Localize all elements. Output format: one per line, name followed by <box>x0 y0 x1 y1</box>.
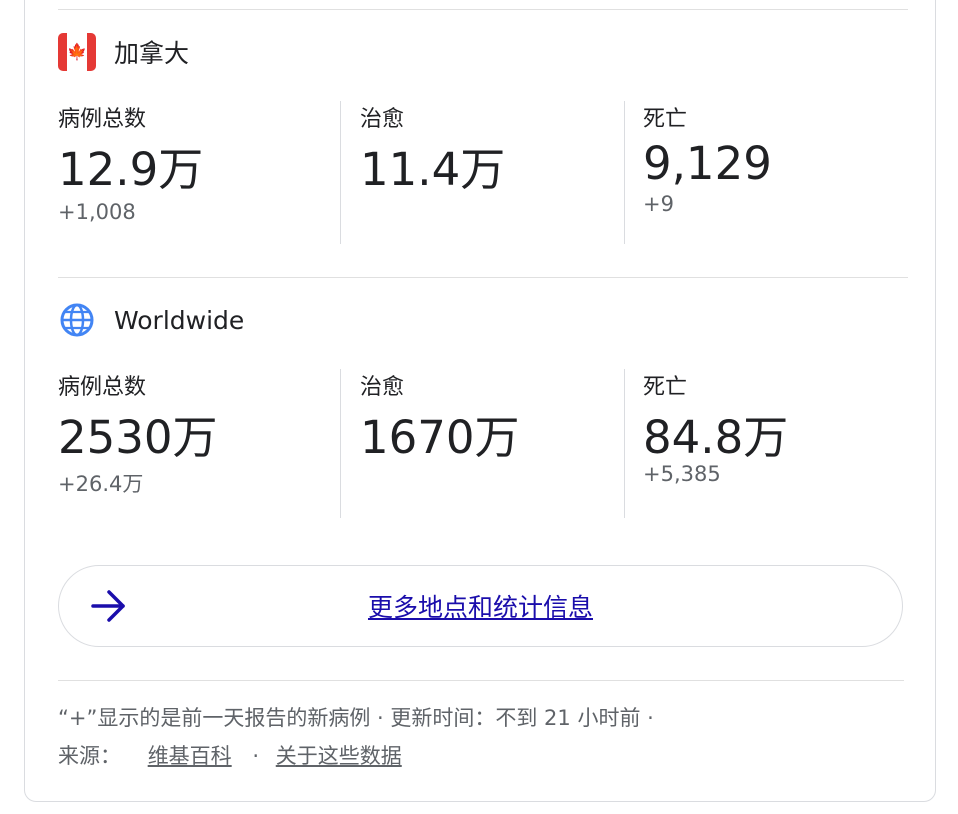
more-locations-link[interactable]: 更多地点和统计信息 <box>59 588 902 624</box>
stat-value: 1670万 <box>360 411 520 464</box>
stat-label: 治愈 <box>360 375 405 400</box>
stat-recovered: 治愈 11.4万 <box>360 104 505 198</box>
stat-delta: +9 <box>643 192 674 216</box>
divider <box>58 680 904 681</box>
divider <box>58 277 908 278</box>
canada-flag-icon: 🍁 <box>58 33 96 71</box>
footer-sources: 来源： 维基百科 · 关于这些数据 <box>58 740 402 770</box>
column-divider <box>340 369 341 518</box>
stat-total-cases: 病例总数 2530万 +26.4万 <box>58 372 218 498</box>
stat-total-cases: 病例总数 12.9万 +1,008 <box>58 104 203 224</box>
region-name: 加拿大 <box>114 39 190 68</box>
source-label: 来源： <box>58 744 121 768</box>
stat-delta: +26.4万 <box>58 472 144 496</box>
column-divider <box>340 101 341 244</box>
stat-label: 死亡 <box>643 107 688 132</box>
region-header-worldwide: Worldwide <box>58 300 244 340</box>
divider <box>58 9 908 10</box>
stat-label: 死亡 <box>643 375 688 400</box>
stat-value: 11.4万 <box>360 143 506 196</box>
more-locations-button[interactable]: 更多地点和统计信息 <box>58 565 903 647</box>
stat-value: 9,129 <box>643 137 772 190</box>
stat-delta: +1,008 <box>58 200 136 224</box>
region-header-canada: 🍁 加拿大 <box>58 32 189 72</box>
stat-deaths: 死亡 84.8万 +5,385 <box>643 372 788 486</box>
stat-label: 病例总数 <box>58 375 147 400</box>
stat-value: 2530万 <box>58 411 218 464</box>
column-divider <box>624 369 625 518</box>
separator: · <box>252 744 260 768</box>
about-data-link[interactable]: 关于这些数据 <box>276 744 402 768</box>
footer-note: “+”显示的是前一天报告的新病例 · 更新时间：不到 21 小时前 · <box>58 706 654 730</box>
wikipedia-link[interactable]: 维基百科 <box>148 744 232 768</box>
globe-icon <box>58 301 96 339</box>
stat-value: 12.9万 <box>58 143 204 196</box>
stat-value: 84.8万 <box>643 411 789 464</box>
arrow-right-icon <box>91 590 125 622</box>
stat-label: 治愈 <box>360 107 405 132</box>
stat-recovered: 治愈 1670万 <box>360 372 520 466</box>
stat-label: 病例总数 <box>58 107 147 132</box>
column-divider <box>624 101 625 244</box>
stat-deaths: 死亡 9,129 +9 <box>643 104 772 216</box>
region-name: Worldwide <box>114 305 245 335</box>
